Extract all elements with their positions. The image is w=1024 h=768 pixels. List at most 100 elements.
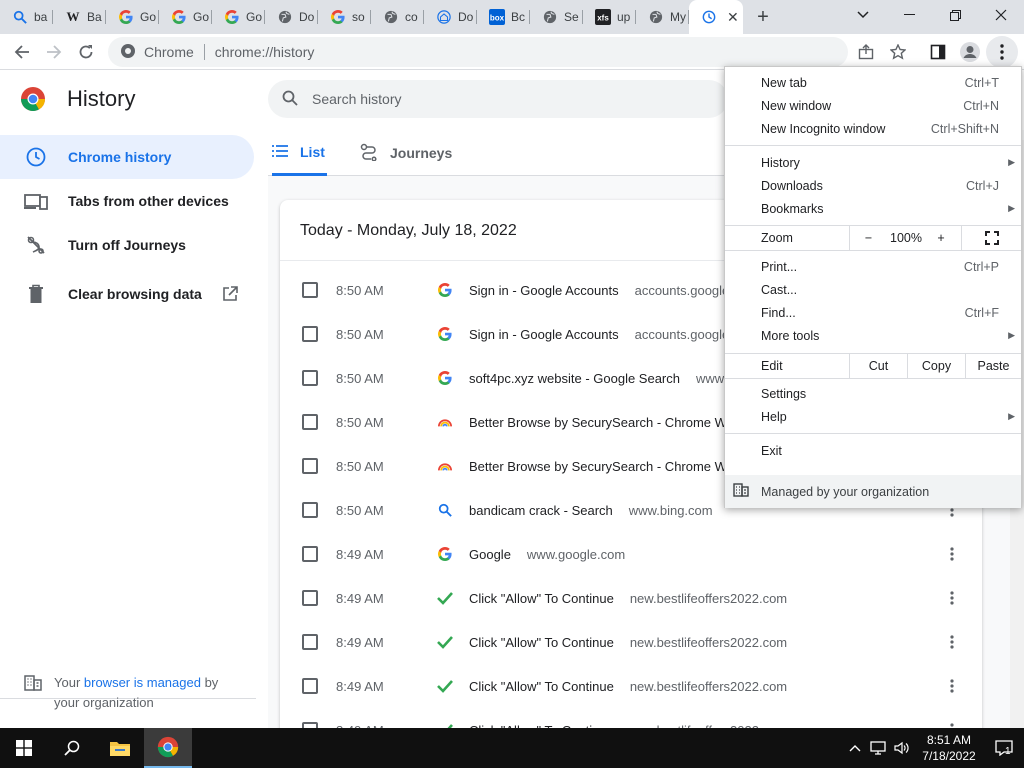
entry-more-actions-icon[interactable] <box>944 679 960 693</box>
notification-center-icon[interactable]: 1 <box>984 728 1024 768</box>
entry-checkbox[interactable] <box>302 678 318 694</box>
share-icon[interactable] <box>850 36 882 68</box>
bing-search-icon <box>437 502 453 518</box>
tab-label: Bc <box>511 10 526 24</box>
entry-checkbox[interactable] <box>302 458 318 474</box>
zoom-in-button[interactable]: + <box>925 226 957 250</box>
profile-avatar-icon[interactable] <box>954 36 986 68</box>
entry-title[interactable]: Click "Allow" To Continuenew.bestlifeoff… <box>469 679 787 694</box>
windows-start-icon[interactable] <box>0 728 48 768</box>
tab-journeys[interactable]: Journeys <box>360 130 452 176</box>
entry-title[interactable]: Click "Allow" To Continuenew.bestlifeoff… <box>469 591 787 606</box>
bookmark-star-icon[interactable] <box>882 36 914 68</box>
browser-tab[interactable]: Do <box>265 0 318 34</box>
zoom-out-button[interactable]: − <box>849 226 887 250</box>
menu-item-new-tab[interactable]: New tab Ctrl+T <box>725 71 1021 94</box>
entry-checkbox[interactable] <box>302 634 318 650</box>
tab-search-icon[interactable] <box>840 0 886 30</box>
browser-tab[interactable]: Do <box>424 0 477 34</box>
cut-button[interactable]: Cut <box>849 354 907 378</box>
entry-checkbox[interactable] <box>302 414 318 430</box>
entry-checkbox[interactable] <box>302 282 318 298</box>
minimize-icon[interactable] <box>886 0 932 30</box>
fullscreen-icon[interactable] <box>961 226 1021 250</box>
menu-item-more-tools[interactable]: More tools ▶ <box>725 324 1021 347</box>
browser-tab-active-history[interactable]: ✕ <box>689 0 743 34</box>
tab-list[interactable]: List <box>272 130 327 176</box>
browser-tab[interactable]: Se <box>530 0 583 34</box>
entry-title[interactable]: Click "Allow" To Continuenew.bestlifeoff… <box>469 635 787 650</box>
new-tab-plus-icon[interactable]: + <box>743 0 783 34</box>
search-history-box[interactable] <box>268 80 728 118</box>
close-window-icon[interactable] <box>978 0 1024 30</box>
entry-checkbox[interactable] <box>302 370 318 386</box>
browser-tab[interactable]: W Ba <box>53 0 106 34</box>
search-history-input[interactable] <box>312 91 692 107</box>
forward-arrow-icon[interactable] <box>38 36 70 68</box>
reload-icon[interactable] <box>70 36 102 68</box>
entry-title[interactable]: Sign in - Google Accounts accounts.google… <box>469 327 757 342</box>
taskbar-search-icon[interactable] <box>48 728 96 768</box>
entry-checkbox[interactable] <box>302 502 318 518</box>
menu-item-find[interactable]: Find... Ctrl+F <box>725 301 1021 324</box>
entry-checkbox[interactable] <box>302 590 318 606</box>
menu-item-history[interactable]: History ▶ <box>725 151 1021 174</box>
submenu-arrow-icon: ▶ <box>1008 203 1015 213</box>
entry-time: 8:49 AM <box>336 590 384 606</box>
browser-tab[interactable]: xfs up <box>583 0 636 34</box>
network-icon[interactable] <box>866 741 890 755</box>
entry-checkbox[interactable] <box>302 546 318 562</box>
menu-managed-by-org[interactable]: Managed by your organization <box>725 475 1021 508</box>
address-bar[interactable]: Chrome chrome://history <box>108 37 848 67</box>
taskbar-chrome-icon[interactable] <box>144 728 192 768</box>
taskbar-clock[interactable]: 8:51 AM 7/18/2022 <box>914 732 984 764</box>
close-tab-icon[interactable]: ✕ <box>727 9 739 26</box>
menu-item-new-incognito-window[interactable]: New Incognito window Ctrl+Shift+N <box>725 117 1021 140</box>
history-entry-row[interactable]: 8:49 AM Click "Allow" To Continuenew.best… <box>280 620 982 664</box>
tab-label: Do <box>458 10 474 24</box>
history-entry-row[interactable]: 8:49 AM Google www.google.com <box>280 532 982 576</box>
entry-more-actions-icon[interactable] <box>944 635 960 649</box>
volume-icon[interactable] <box>890 741 914 755</box>
browser-tab[interactable]: Go <box>159 0 212 34</box>
building-icon <box>24 675 42 713</box>
menu-item-new-window[interactable]: New window Ctrl+N <box>725 94 1021 117</box>
side-panel-icon[interactable] <box>922 36 954 68</box>
omnibox-url[interactable]: chrome://history <box>215 44 315 60</box>
menu-item-downloads[interactable]: Downloads Ctrl+J <box>725 174 1021 197</box>
menu-item-settings[interactable]: Settings <box>725 382 1021 405</box>
chrome-page-icon <box>120 43 136 62</box>
menu-item-bookmarks[interactable]: Bookmarks ▶ <box>725 197 1021 220</box>
tray-chevron-up-icon[interactable] <box>844 744 866 752</box>
browser-tab[interactable]: ba <box>0 0 53 34</box>
browser-managed-link[interactable]: browser is managed <box>84 675 201 690</box>
menu-item-help[interactable]: Help ▶ <box>725 405 1021 428</box>
sidebar-item-tabs-from-other-devices[interactable]: Tabs from other devices <box>0 179 254 223</box>
menu-item-print[interactable]: Print... Ctrl+P <box>725 255 1021 278</box>
entry-title[interactable]: Sign in - Google Accounts accounts.google… <box>469 283 757 298</box>
entry-title[interactable]: bandicam crack - Search www.bing.com <box>469 503 713 518</box>
browser-tab[interactable]: co <box>371 0 424 34</box>
back-arrow-icon[interactable] <box>6 36 38 68</box>
browser-tab[interactable]: box Bc <box>477 0 530 34</box>
restore-icon[interactable] <box>932 0 978 30</box>
browser-tab[interactable]: My <box>636 0 689 34</box>
entry-checkbox[interactable] <box>302 326 318 342</box>
paste-button[interactable]: Paste <box>965 354 1021 378</box>
sidebar-item-turn-off-journeys[interactable]: Turn off Journeys <box>0 223 254 267</box>
browser-tab[interactable]: Go <box>106 0 159 34</box>
history-entry-row[interactable]: 8:49 AM Click "Allow" To Continuenew.best… <box>280 576 982 620</box>
copy-button[interactable]: Copy <box>907 354 965 378</box>
browser-tab[interactable]: so <box>318 0 371 34</box>
entry-title[interactable]: Google www.google.com <box>469 547 625 562</box>
sidebar-item-clear-browsing-data[interactable]: Clear browsing data <box>0 272 254 316</box>
entry-more-actions-icon[interactable] <box>944 547 960 561</box>
history-entry-row[interactable]: 8:49 AM Click "Allow" To Continuenew.best… <box>280 664 982 708</box>
menu-item-exit[interactable]: Exit <box>725 439 1021 462</box>
chrome-menu-kebab-icon[interactable] <box>986 36 1018 68</box>
menu-item-cast[interactable]: Cast... <box>725 278 1021 301</box>
sidebar-item-chrome-history[interactable]: Chrome history <box>0 135 254 179</box>
browser-tab[interactable]: Go <box>212 0 265 34</box>
entry-more-actions-icon[interactable] <box>944 591 960 605</box>
file-explorer-icon[interactable] <box>96 728 144 768</box>
